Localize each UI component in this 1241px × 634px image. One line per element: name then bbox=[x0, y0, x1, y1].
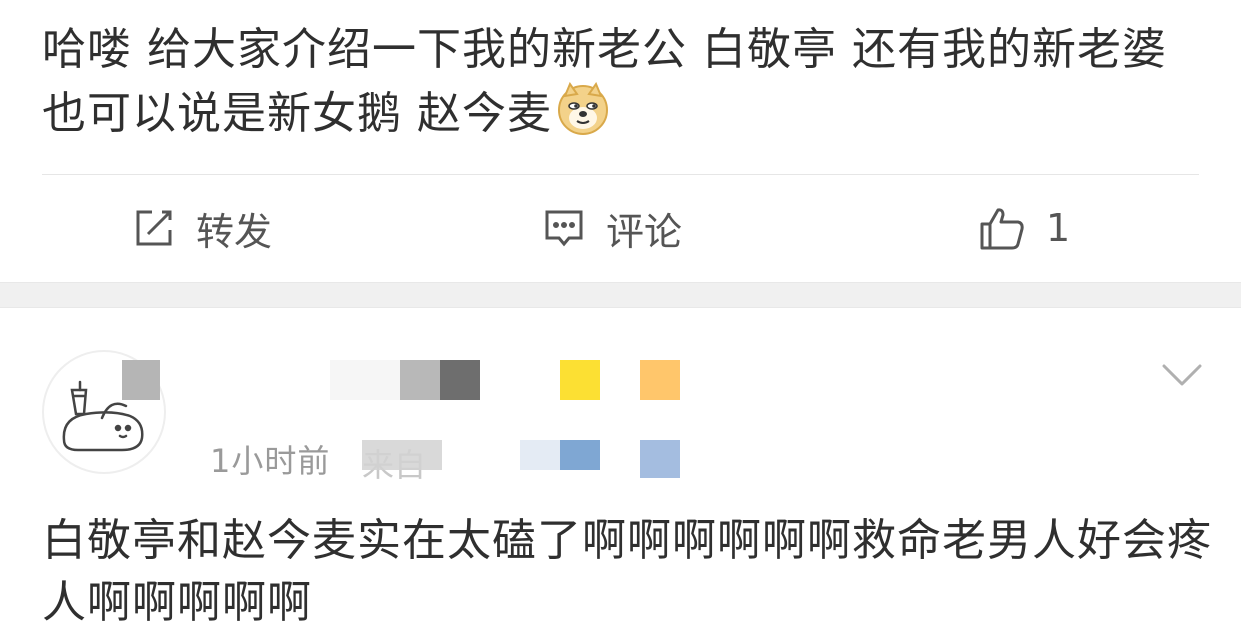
username-mosaic bbox=[330, 360, 400, 400]
source-mosaic bbox=[362, 440, 442, 470]
repost-icon bbox=[132, 206, 176, 250]
comment-text: 白敬亭和赵今麦实在太磕了啊啊啊啊啊啊救命老男人好会疼人啊啊啊啊啊 bbox=[42, 515, 1212, 628]
action-bar: 转发 评论 1 bbox=[0, 176, 1241, 280]
comment-timestamp: 1小时前 bbox=[210, 442, 331, 480]
comment-icon bbox=[542, 206, 586, 250]
repost-button[interactable]: 转发 bbox=[132, 176, 272, 280]
doge-icon bbox=[556, 81, 610, 136]
source-mosaic bbox=[560, 440, 600, 470]
member-badge bbox=[560, 360, 600, 400]
repost-label: 转发 bbox=[196, 209, 273, 254]
username-mosaic bbox=[400, 360, 440, 400]
like-button[interactable]: 1 bbox=[978, 176, 1070, 280]
chevron-down-icon[interactable] bbox=[1160, 360, 1204, 390]
source-mosaic bbox=[640, 440, 680, 478]
username-mosaic[interactable] bbox=[122, 360, 160, 400]
comment-button[interactable]: 评论 bbox=[542, 176, 682, 280]
post-content: 哈喽 给大家介绍一下我的新老公 白敬亭 还有我的新老婆 也可以说是新女鹅 赵今麦 bbox=[42, 18, 1202, 146]
divider bbox=[42, 174, 1199, 175]
username-mosaic bbox=[440, 360, 480, 400]
source-mosaic bbox=[520, 440, 560, 470]
thumbs-up-icon bbox=[978, 204, 1026, 252]
level-badge bbox=[640, 360, 680, 400]
comment-label: 评论 bbox=[606, 209, 683, 254]
section-separator bbox=[0, 282, 1241, 308]
like-count: 1 bbox=[1046, 206, 1071, 250]
